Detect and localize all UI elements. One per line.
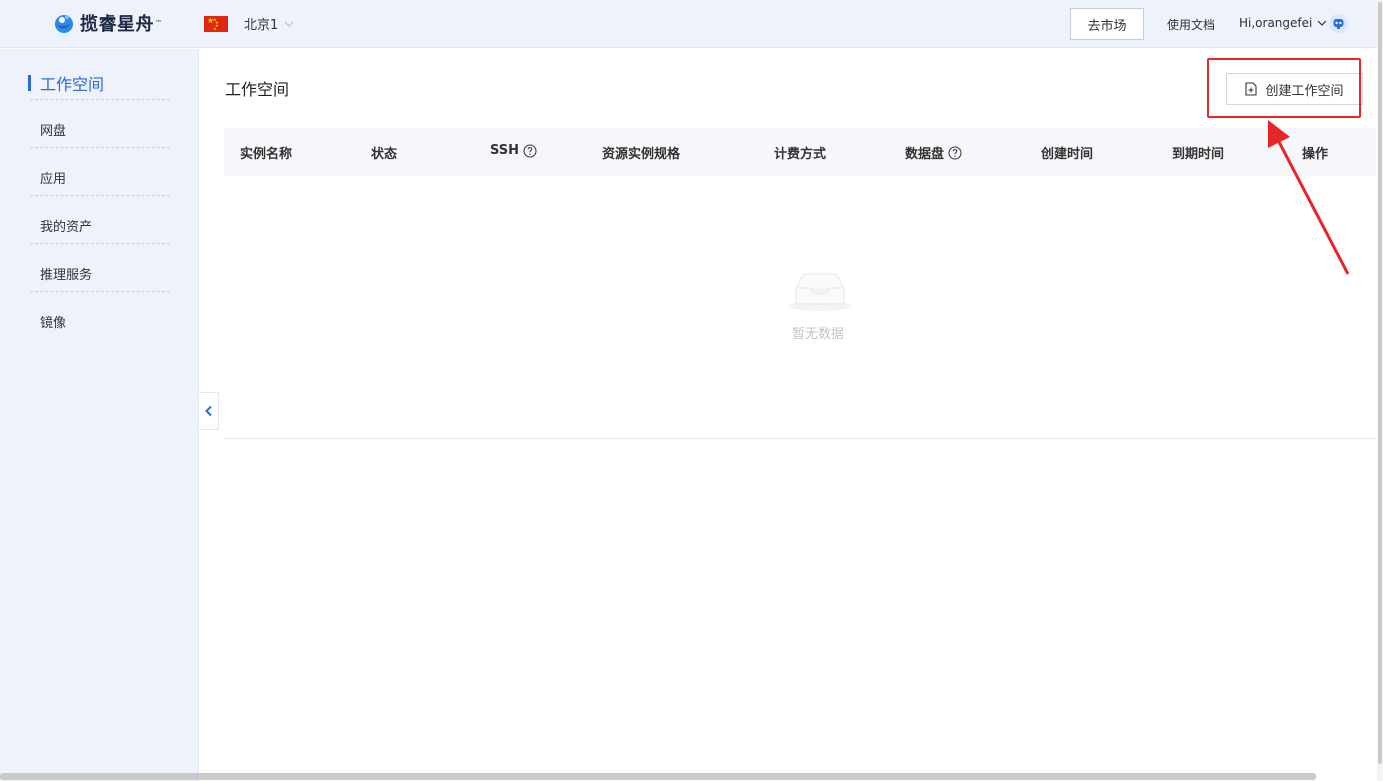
chevron-down-icon xyxy=(1317,20,1327,26)
sidebar-item-label: 镜像 xyxy=(40,316,67,331)
sidebar-item-label: 推理服务 xyxy=(40,268,93,283)
column-header: 实例名称 xyxy=(240,147,293,162)
vertical-scrollbar[interactable] xyxy=(1377,0,1383,781)
logo[interactable]: 揽睿星舟 ™ xyxy=(52,10,162,36)
horizontal-scrollbar[interactable] xyxy=(0,773,1316,780)
sidebar-item-workspace[interactable]: 工作空间 xyxy=(28,52,170,100)
create-workspace-label: 创建工作空间 xyxy=(1265,83,1344,99)
user-menu[interactable]: Hi,orangefei xyxy=(1239,16,1327,30)
top-header: 揽睿星舟 ™ ★ ★ ★ ★ ★ 北京1 去市场 使用文档 Hi,orangefei xyxy=(0,0,1383,48)
go-market-button[interactable]: 去市场 xyxy=(1070,8,1144,40)
table-header: 实例名称 状态 SSH 资源实例规格 计费方式 数据盘 创建时间 到期时间 操作 xyxy=(224,128,1376,176)
docs-link[interactable]: 使用文档 xyxy=(1167,16,1215,33)
sidebar-item-assets[interactable]: 我的资产 xyxy=(30,196,170,244)
empty-state-text: 暂无数据 xyxy=(792,327,845,342)
active-indicator xyxy=(28,75,31,91)
robot-avatar-icon[interactable] xyxy=(1329,14,1348,33)
chevron-left-icon xyxy=(204,405,212,417)
column-header: 状态 xyxy=(371,147,398,162)
sidebar-item-label: 应用 xyxy=(40,172,67,187)
region-label: 北京1 xyxy=(244,18,279,33)
column-header: 创建时间 xyxy=(1041,147,1094,162)
sidebar-item-images[interactable]: 镜像 xyxy=(30,292,170,340)
table-bottom-border xyxy=(224,438,1376,439)
column-header: 操作 xyxy=(1302,147,1329,162)
help-icon[interactable] xyxy=(523,144,537,158)
column-header: SSH xyxy=(490,143,537,158)
annotation-arrow xyxy=(1268,120,1350,275)
help-icon[interactable] xyxy=(948,146,962,160)
sidebar: 工作空间 网盘 应用 我的资产 推理服务 镜像 xyxy=(0,49,199,781)
page-title: 工作空间 xyxy=(225,80,290,99)
sidebar-item-netdisk[interactable]: 网盘 xyxy=(30,100,170,148)
logo-trademark: ™ xyxy=(155,19,162,27)
sidebar-item-label: 网盘 xyxy=(40,124,67,139)
sidebar-collapse-button[interactable] xyxy=(199,392,219,430)
add-file-icon xyxy=(1245,82,1258,96)
column-header: 资源实例规格 xyxy=(602,147,681,162)
column-header: 数据盘 xyxy=(905,143,962,162)
sidebar-item-inference[interactable]: 推理服务 xyxy=(30,244,170,292)
user-greeting: Hi,orangefei xyxy=(1239,16,1313,30)
china-flag-icon: ★ ★ ★ ★ ★ xyxy=(204,15,228,32)
logo-icon xyxy=(52,11,76,35)
sidebar-item-label: 工作空间 xyxy=(40,75,105,94)
empty-state xyxy=(780,268,860,318)
column-header: 计费方式 xyxy=(774,147,827,162)
sidebar-item-label: 我的资产 xyxy=(40,220,93,235)
chevron-down-icon xyxy=(284,21,294,27)
column-header: 到期时间 xyxy=(1172,147,1225,162)
region-selector[interactable]: ★ ★ ★ ★ ★ 北京1 xyxy=(204,14,294,33)
logo-text: 揽睿星舟 xyxy=(80,14,154,35)
create-workspace-button[interactable]: 创建工作空间 xyxy=(1226,73,1363,105)
sidebar-item-apps[interactable]: 应用 xyxy=(30,148,170,196)
empty-inbox-icon xyxy=(788,273,852,311)
